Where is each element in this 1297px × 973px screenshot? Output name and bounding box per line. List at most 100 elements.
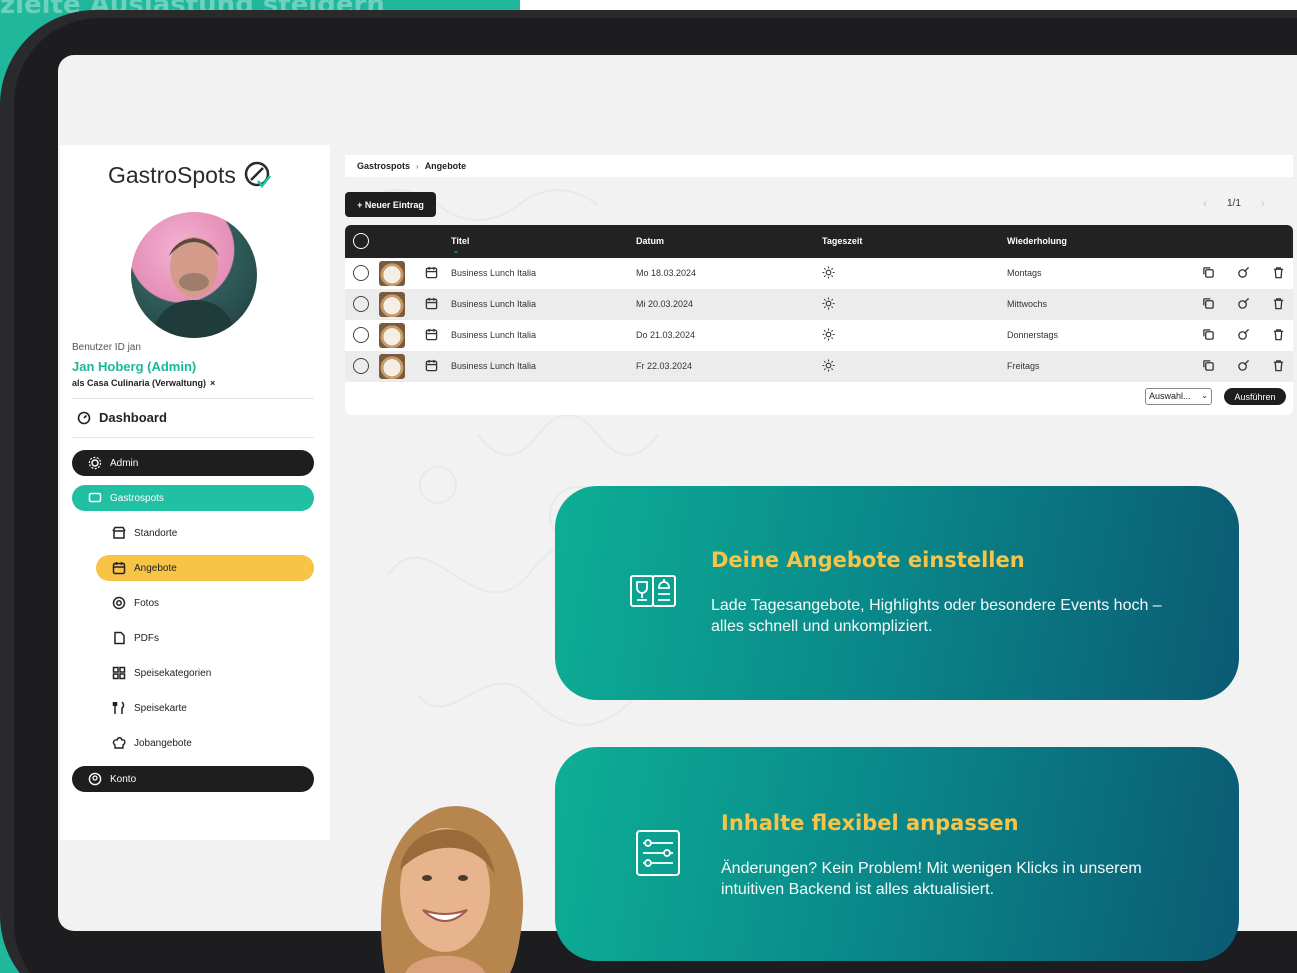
sun-icon	[822, 297, 835, 310]
row-date: Mi 20.03.2024	[636, 299, 694, 309]
copy-icon[interactable]	[1202, 297, 1215, 310]
edit-icon[interactable]	[1237, 266, 1250, 279]
page-indicator: 1/1	[1227, 197, 1241, 209]
trash-icon[interactable]	[1272, 328, 1285, 341]
bulk-action-value: Auswahl...	[1149, 391, 1191, 401]
dashboard-label: Dashboard	[99, 410, 167, 425]
table-header: Titel ⌄ Datum Tageszeit Wiederholung	[345, 225, 1293, 258]
table-row[interactable]: Business Lunch Italia Mi 20.03.2024 Mittwo…	[345, 289, 1293, 320]
offer-thumbnail	[379, 354, 405, 379]
close-context-icon[interactable]: ×	[210, 378, 215, 388]
sidebar-item-label: Speisekategorien	[134, 667, 212, 679]
sidebar-item-angebote[interactable]: Angebote	[96, 555, 314, 581]
table-row[interactable]: Business Lunch Italia Mo 18.03.2024 Montag…	[345, 258, 1293, 289]
divider	[72, 398, 314, 399]
card-text: Lade Tagesangebote, Highlights oder beso…	[711, 597, 1162, 635]
copy-icon[interactable]	[1202, 359, 1215, 372]
column-header-date[interactable]: Datum	[636, 236, 664, 246]
row-repeat: Freitags	[1007, 361, 1040, 371]
user-circle-icon	[88, 772, 102, 786]
sun-icon	[822, 328, 835, 341]
sidebar-item-label: Standorte	[134, 527, 178, 539]
nav-gastrospots-label: Gastrospots	[110, 492, 164, 504]
sidebar-item-pdfs[interactable]: PDFs	[96, 625, 314, 651]
breadcrumb: Gastrospots › Angebote	[345, 155, 1293, 177]
sidebar: GastroSpots Benutzer ID jan Jan Hoberg (…	[60, 145, 330, 840]
select-all-radio[interactable]	[353, 233, 369, 249]
cutlery-icon	[112, 701, 126, 715]
pdf-icon	[112, 631, 126, 645]
trash-icon[interactable]	[1272, 297, 1285, 310]
grid-icon	[112, 666, 126, 680]
nav-dashboard[interactable]: Dashboard	[77, 410, 167, 425]
column-header-title[interactable]: Titel	[451, 236, 469, 246]
user-context: als Casa Culinaria (Verwaltung) ×	[72, 378, 215, 388]
nav-admin-label: Admin	[110, 457, 139, 469]
chef-hat-icon	[112, 736, 126, 750]
edit-icon[interactable]	[1237, 359, 1250, 372]
column-header-daytime[interactable]: Tageszeit	[822, 236, 862, 246]
logo-icon	[244, 161, 271, 189]
copy-icon[interactable]	[1202, 266, 1215, 279]
card-title: Deine Angebote einstellen	[711, 548, 1025, 572]
sidebar-item-label: Jobangebote	[134, 737, 192, 749]
row-title: Business Lunch Italia	[451, 268, 537, 278]
edit-icon[interactable]	[1237, 297, 1250, 310]
sort-chevron-icon[interactable]: ⌄	[453, 247, 459, 255]
woman-portrait	[380, 806, 524, 973]
admin-gear-icon	[88, 456, 102, 470]
row-select-radio[interactable]	[353, 358, 369, 374]
row-repeat: Montags	[1007, 268, 1042, 278]
avatar	[131, 212, 257, 338]
logo-text: GastroSpots	[108, 161, 236, 188]
divider	[72, 437, 314, 438]
sidebar-item-label: PDFs	[134, 632, 159, 644]
row-repeat: Mittwochs	[1007, 299, 1048, 309]
next-page-button[interactable]: ›	[1261, 196, 1265, 210]
app-logo[interactable]: GastroSpots	[108, 159, 274, 191]
pagination: ‹ 1/1 ›	[1203, 196, 1265, 210]
row-title: Business Lunch Italia	[451, 361, 537, 371]
camera-icon	[112, 596, 126, 610]
row-select-radio[interactable]	[353, 327, 369, 343]
nav-konto[interactable]: Konto	[72, 766, 314, 792]
monitor-icon	[88, 491, 102, 505]
card-title: Inhalte flexibel anpassen	[721, 811, 1019, 835]
row-date: Fr 22.03.2024	[636, 361, 693, 371]
sidebar-item-speisekategorien[interactable]: Speisekategorien	[96, 660, 314, 686]
sidebar-item-jobangebote[interactable]: Jobangebote	[96, 730, 314, 756]
edit-icon[interactable]	[1237, 328, 1250, 341]
sidebar-item-fotos[interactable]: Fotos	[96, 590, 314, 616]
row-select-radio[interactable]	[353, 265, 369, 281]
nav-gastrospots[interactable]: Gastrospots	[72, 485, 314, 511]
run-action-button[interactable]: Ausführen	[1224, 388, 1286, 405]
table-row[interactable]: Business Lunch Italia Do 21.03.2024 Donner…	[345, 320, 1293, 351]
sun-icon	[822, 266, 835, 279]
table-row[interactable]: Business Lunch Italia Fr 22.03.2024 Freita…	[345, 351, 1293, 382]
feature-card-offers: Deine Angebote einstellen Lade Tagesange…	[555, 486, 1239, 700]
breadcrumb-root[interactable]: Gastrospots	[357, 161, 410, 171]
sidebar-item-label: Angebote	[134, 562, 177, 574]
sidebar-item-standorte[interactable]: Standorte	[96, 520, 314, 546]
calendar-icon	[425, 359, 438, 372]
nav-konto-label: Konto	[110, 773, 137, 785]
calendar-icon	[425, 328, 438, 341]
sun-icon	[822, 359, 835, 372]
trash-icon[interactable]	[1272, 359, 1285, 372]
row-title: Business Lunch Italia	[451, 299, 537, 309]
offer-thumbnail	[379, 323, 405, 348]
prev-page-button[interactable]: ‹	[1203, 196, 1207, 210]
offer-thumbnail	[379, 261, 405, 286]
bulk-action-select[interactable]: Auswahl... ⌄	[1145, 388, 1212, 405]
column-header-repeat[interactable]: Wiederholung	[1007, 236, 1067, 246]
table-footer: Auswahl... ⌄ Ausführen	[345, 382, 1293, 415]
nav-admin[interactable]: Admin	[72, 450, 314, 476]
trash-icon[interactable]	[1272, 266, 1285, 279]
user-name[interactable]: Jan Hoberg (Admin)	[72, 359, 196, 374]
copy-icon[interactable]	[1202, 328, 1215, 341]
new-entry-button[interactable]: + Neuer Eintrag	[345, 192, 436, 217]
row-select-radio[interactable]	[353, 296, 369, 312]
row-date: Mo 18.03.2024	[636, 268, 697, 278]
row-repeat: Donnerstags	[1007, 330, 1059, 340]
sidebar-item-speisekarte[interactable]: Speisekarte	[96, 695, 314, 721]
